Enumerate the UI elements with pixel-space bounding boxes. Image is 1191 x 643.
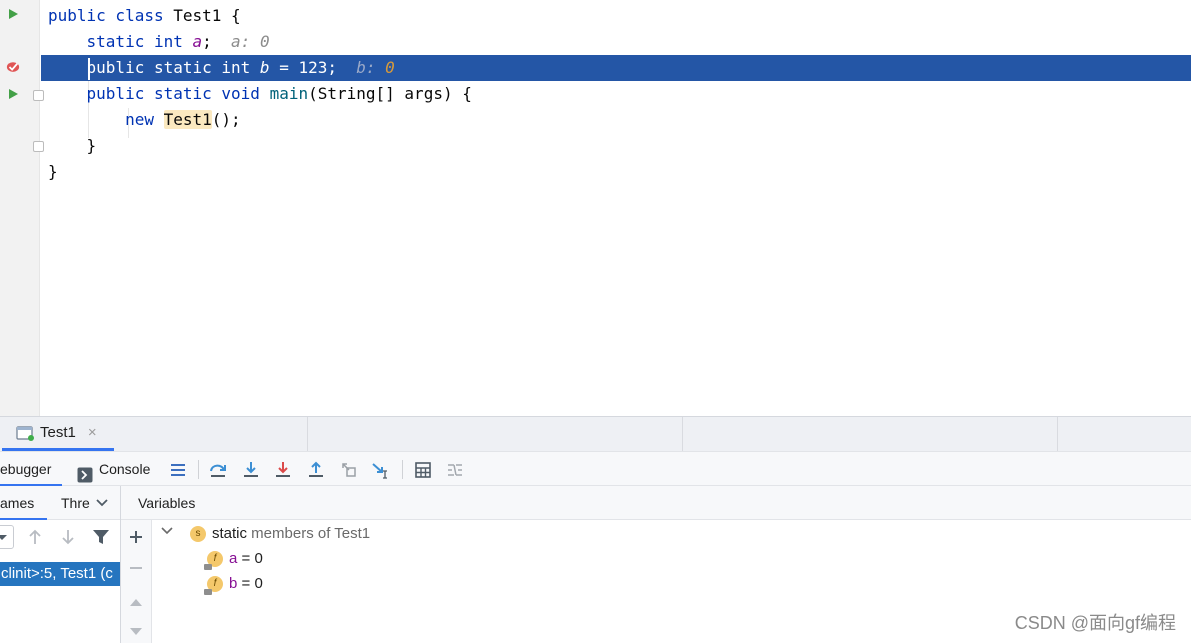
field-icon: f — [204, 551, 223, 570]
selected-frame[interactable]: clinit>:5, Test1 (c — [0, 562, 120, 586]
field-icon: f — [204, 576, 223, 595]
frame-label: clinit>:5, Test1 (c — [1, 565, 113, 582]
code-token: main — [269, 84, 309, 103]
force-step-into-icon[interactable] — [272, 459, 294, 481]
code-token: } — [48, 162, 58, 181]
filter-icon[interactable] — [92, 528, 110, 551]
code-token: b — [259, 58, 270, 77]
code-token: Test1 — [163, 110, 212, 129]
text-caret — [88, 58, 90, 80]
static-members-group[interactable]: s static members of Test1 — [160, 522, 370, 546]
code-editor[interactable]: public class Test1 { static int a; a: 0 … — [0, 0, 1191, 416]
add-watch-icon[interactable] — [126, 527, 146, 547]
breakpoint-icon[interactable] — [6, 60, 20, 74]
tab-threads-label: Thre — [61, 495, 90, 511]
run-config-icon — [16, 425, 34, 441]
debugger-toolbar: ebugger Console — [0, 451, 1191, 486]
tab-debugger-label: ebugger — [0, 461, 52, 477]
run-to-cursor-icon[interactable] — [370, 459, 392, 481]
drop-frame-icon[interactable] — [338, 459, 360, 481]
code-line-text: public static int b = 123; b: 0 — [48, 55, 395, 81]
code-line-text: new Test1(); — [48, 107, 241, 133]
tab-console[interactable]: Console — [77, 452, 150, 486]
code-line[interactable]: static int a; a: 0 — [41, 29, 1191, 55]
code-line[interactable]: } — [41, 159, 1191, 185]
tab-debugger[interactable]: ebugger — [0, 452, 62, 486]
run-tab-test1[interactable]: Test1 × — [2, 417, 114, 451]
code-token: public static int — [48, 58, 260, 77]
console-icon — [77, 461, 93, 483]
arrow-down-icon[interactable] — [60, 528, 76, 551]
group-prefix: static — [212, 525, 248, 542]
remove-watch-icon[interactable] — [126, 558, 146, 578]
editor-gutter[interactable] — [0, 0, 44, 416]
watermark: CSDN @面向gf编程 — [1014, 613, 1176, 633]
arrow-up-icon[interactable] — [27, 528, 43, 551]
code-line-text: public class Test1 { — [48, 3, 241, 29]
frames-header: ames Thre — [0, 486, 120, 520]
code-token: static int — [48, 32, 193, 51]
chevron-down-icon[interactable] — [95, 496, 109, 515]
trace-icon[interactable] — [444, 459, 466, 481]
code-line[interactable]: public static void main(String[] args) { — [41, 81, 1191, 107]
static-icon: s — [190, 526, 206, 542]
frames-panel: ames Thre clinit>:5, Test1 (c — [0, 486, 121, 643]
code-token: (String[] args) { — [308, 84, 472, 103]
run-tab-label: Test1 — [40, 424, 76, 441]
code-token: a — [192, 32, 203, 51]
variables-side-toolbar — [121, 520, 152, 643]
code-token: b: — [337, 58, 386, 77]
code-line-text: public static void main(String[] args) { — [48, 81, 472, 107]
code-token: public class — [48, 6, 174, 25]
code-line[interactable]: } — [41, 133, 1191, 159]
run-tool-window-tabs: Test1 × — [0, 416, 1191, 451]
code-token: public static void — [48, 84, 270, 103]
code-line[interactable]: public class Test1 { — [41, 3, 1191, 29]
variable-row-b[interactable]: f b = 0 — [204, 572, 263, 596]
tab-frames[interactable]: ames — [0, 486, 47, 520]
chevron-down-icon[interactable] — [160, 522, 174, 546]
move-down-icon[interactable] — [126, 622, 146, 642]
tab-threads[interactable]: Thre — [61, 486, 90, 520]
frames-toolbar — [0, 520, 120, 554]
step-into-icon[interactable] — [240, 459, 262, 481]
tab-frames-label: ames — [0, 495, 35, 511]
run-icon[interactable] — [6, 7, 20, 21]
code-token: (); — [211, 110, 241, 129]
code-token: ; — [202, 32, 212, 51]
step-over-icon[interactable] — [207, 459, 229, 481]
run-icon[interactable] — [6, 87, 20, 101]
code-line-text: static int a; a: 0 — [48, 29, 270, 55]
variables-title: Variables — [138, 495, 196, 511]
close-icon[interactable]: × — [88, 424, 97, 441]
code-line[interactable]: new Test1(); — [41, 107, 1191, 133]
code-area[interactable]: public class Test1 { static int a; a: 0 … — [41, 0, 1191, 416]
variable-value: = 0 — [237, 550, 263, 567]
code-line-text: } — [48, 159, 58, 185]
evaluate-expression-icon[interactable] — [412, 459, 434, 481]
move-up-icon[interactable] — [126, 592, 146, 612]
thread-selector[interactable] — [0, 525, 14, 549]
code-token: a: 0 — [211, 32, 270, 51]
step-out-icon[interactable] — [305, 459, 327, 481]
variables-header: Variables — [121, 486, 1191, 520]
code-token: = 123; — [269, 58, 337, 77]
variable-row-a[interactable]: f a = 0 — [204, 547, 263, 571]
frames-list-icon[interactable] — [167, 459, 189, 481]
code-token: new — [48, 110, 164, 129]
group-label: members of Test1 — [247, 525, 371, 542]
code-token: } — [48, 136, 97, 155]
code-line-text: } — [48, 133, 97, 159]
code-line[interactable]: public static int b = 123; b: 0 — [41, 55, 1191, 81]
code-token: Test1 { — [173, 6, 241, 25]
code-token: 0 — [385, 58, 395, 77]
variable-value: = 0 — [237, 575, 263, 592]
tab-console-label: Console — [99, 461, 151, 477]
